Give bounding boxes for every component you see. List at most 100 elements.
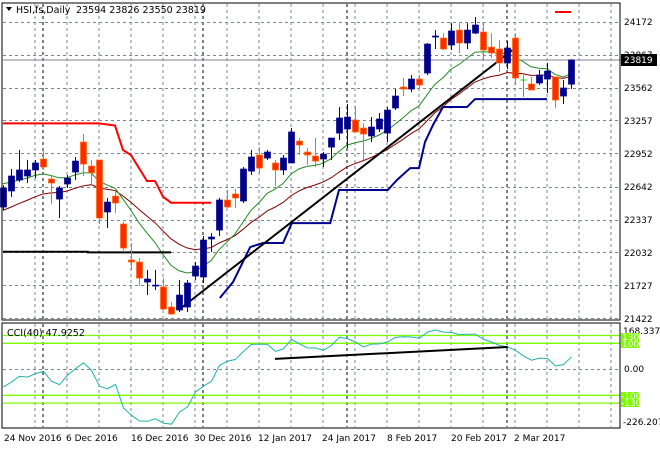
candle-body bbox=[8, 175, 15, 192]
candle-body bbox=[280, 157, 287, 171]
candle bbox=[192, 262, 199, 281]
candle-body bbox=[400, 86, 407, 90]
candle bbox=[400, 77, 407, 97]
cci-pane[interactable] bbox=[3, 329, 620, 425]
candle bbox=[72, 156, 79, 181]
candle-body bbox=[192, 265, 199, 277]
candle bbox=[160, 278, 167, 311]
candle bbox=[200, 235, 207, 284]
candle bbox=[424, 42, 431, 76]
candle bbox=[184, 280, 191, 313]
candle bbox=[40, 148, 47, 170]
ma-fast-line bbox=[2, 51, 572, 274]
candle bbox=[560, 80, 567, 105]
candle bbox=[208, 233, 215, 253]
candle-body bbox=[264, 151, 271, 159]
ohlc-label: 23594 23826 23550 23819 bbox=[76, 5, 206, 16]
date-label: 20 Feb 2017 bbox=[451, 434, 507, 444]
price-tick: 24172 bbox=[624, 18, 653, 28]
candle-body bbox=[240, 168, 247, 202]
candle bbox=[336, 107, 343, 141]
candle bbox=[528, 77, 535, 91]
cci-line bbox=[3, 329, 572, 425]
candle-body bbox=[344, 116, 351, 130]
candle-body bbox=[480, 31, 487, 51]
candle-body bbox=[352, 119, 359, 133]
candle-body bbox=[32, 162, 39, 171]
price-tick: 22952 bbox=[624, 150, 653, 160]
candle bbox=[408, 75, 415, 93]
candle bbox=[392, 89, 399, 111]
candle-body bbox=[304, 151, 311, 156]
candle-body bbox=[208, 236, 215, 240]
support-line bbox=[3, 250, 171, 254]
candle-body bbox=[544, 70, 551, 80]
date-label: 16 Dec 2016 bbox=[131, 434, 189, 444]
candle bbox=[280, 155, 287, 176]
candle bbox=[536, 70, 543, 86]
candle bbox=[456, 23, 463, 53]
date-label: 24 Jan 2017 bbox=[322, 434, 376, 444]
candle-body bbox=[288, 131, 295, 164]
price-pane[interactable] bbox=[0, 10, 621, 315]
candle bbox=[224, 190, 231, 208]
level-label-100: 100 bbox=[622, 340, 639, 350]
candle-body bbox=[424, 43, 431, 74]
cci-scale-min: -226.207 bbox=[623, 418, 660, 428]
date-label: 2 Mar 2017 bbox=[514, 434, 565, 444]
trading-chart: HSI,fs,Daily 23594 23826 23550 23819 CCI… bbox=[0, 2, 660, 444]
candle-body bbox=[248, 156, 255, 172]
candle bbox=[272, 159, 279, 187]
candle-body bbox=[328, 137, 335, 148]
candle-body bbox=[512, 37, 519, 79]
candle-body bbox=[456, 29, 463, 44]
date-label: 6 Dec 2016 bbox=[66, 434, 118, 444]
candle-body bbox=[448, 30, 455, 46]
candle-body bbox=[376, 118, 383, 130]
candle-body bbox=[24, 169, 31, 177]
candle-body bbox=[472, 24, 479, 34]
candle-body bbox=[72, 160, 79, 173]
price-tick: 23257 bbox=[624, 117, 653, 127]
cci-pane-frame bbox=[1, 322, 621, 429]
candle-body bbox=[496, 48, 503, 64]
candle bbox=[16, 149, 23, 183]
candle bbox=[240, 166, 247, 204]
candle-body bbox=[488, 46, 495, 54]
price-axis: 24172 23867 23562 23257 22952 22642 2233… bbox=[621, 18, 657, 325]
candle-body bbox=[40, 158, 47, 168]
candle-body bbox=[392, 95, 399, 109]
candle bbox=[432, 30, 439, 50]
candle-body bbox=[384, 109, 391, 134]
price-tick: 21727 bbox=[624, 282, 653, 292]
chart-header: HSI,fs,Daily 23594 23826 23550 23819 bbox=[6, 5, 206, 16]
date-axis: 24 Nov 2016 6 Dec 2016 16 Dec 2016 30 De… bbox=[4, 434, 565, 444]
candle bbox=[416, 75, 423, 90]
candle bbox=[312, 138, 319, 167]
candle bbox=[344, 104, 351, 149]
candle-body bbox=[368, 126, 375, 137]
candle-body bbox=[0, 187, 7, 208]
candle bbox=[144, 269, 151, 296]
candle-body bbox=[256, 154, 263, 169]
collapse-triangle-icon[interactable] bbox=[6, 7, 12, 11]
candle bbox=[48, 175, 55, 205]
candle bbox=[352, 106, 359, 134]
candle-body bbox=[560, 87, 567, 97]
candle bbox=[216, 197, 223, 236]
candle-body bbox=[152, 284, 159, 287]
candle bbox=[440, 33, 447, 50]
candle-body bbox=[272, 162, 279, 171]
candle bbox=[288, 128, 295, 164]
candle bbox=[568, 59, 575, 89]
cci-label: CCI(40) 47.9252 bbox=[7, 328, 85, 339]
candle-body bbox=[336, 117, 343, 134]
price-tick: 22337 bbox=[624, 216, 653, 226]
candle bbox=[120, 221, 127, 253]
candle bbox=[504, 41, 511, 70]
symbol-label: HSI,fs,Daily bbox=[16, 5, 71, 16]
candle bbox=[80, 134, 87, 177]
date-label: 8 Feb 2017 bbox=[387, 434, 437, 444]
candle bbox=[256, 147, 263, 174]
candle-body bbox=[136, 261, 143, 279]
